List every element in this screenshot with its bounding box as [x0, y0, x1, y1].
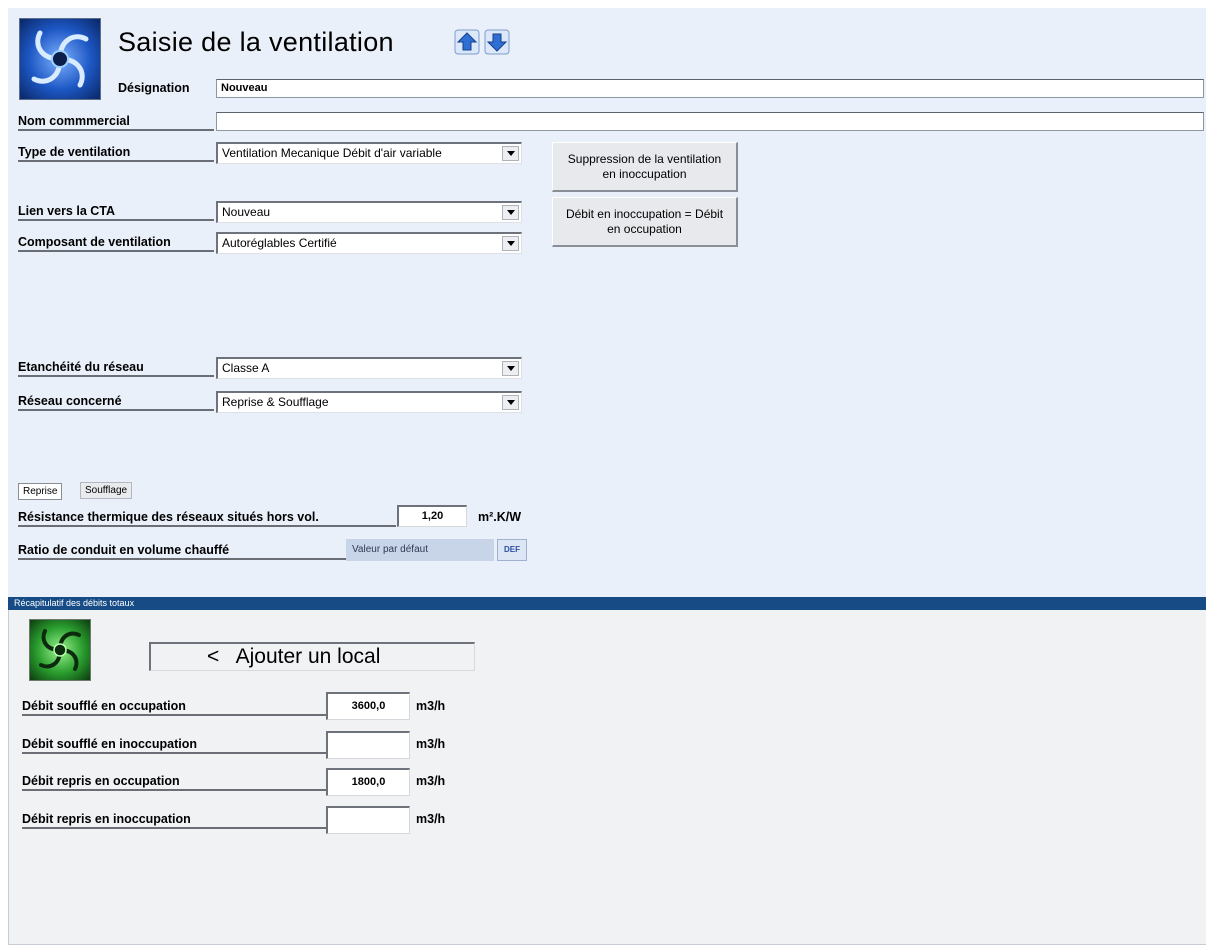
- recap-row-unit: m3/h: [416, 699, 446, 713]
- chevron-down-icon[interactable]: [502, 146, 519, 161]
- nom-commercial-field[interactable]: [216, 112, 1204, 131]
- reseau-value: Reprise & Soufflage: [222, 395, 329, 409]
- lien-cta-select[interactable]: Nouveau: [216, 201, 522, 223]
- etancheite-label: Etanchéité du réseau: [18, 358, 214, 377]
- add-local-button[interactable]: < Ajouter un local: [149, 642, 475, 671]
- recap-row-unit: m3/h: [416, 774, 446, 788]
- thermal-unit: m².K/W: [478, 510, 522, 524]
- designation-label: Désignation: [118, 81, 190, 95]
- page-title: Saisie de la ventilation: [118, 27, 394, 57]
- suppression-inoccupation-button[interactable]: Suppression de la ventilation en inoccup…: [552, 142, 738, 192]
- thermal-resistance-label: Résistance thermique des réseaux situés …: [18, 508, 396, 527]
- tab-reprise[interactable]: Reprise: [18, 483, 63, 500]
- etancheite-value: Classe A: [222, 361, 270, 375]
- fan-green-icon: [29, 619, 91, 681]
- tab-soufflage[interactable]: Soufflage: [80, 482, 133, 499]
- thermal-resistance-input[interactable]: 1,20: [397, 505, 467, 527]
- lien-cta-value: Nouveau: [222, 205, 271, 219]
- composant-value: Autoréglables Certifié: [222, 236, 337, 250]
- fan-icon: [19, 18, 101, 100]
- composant-label: Composant de ventilation: [18, 233, 214, 252]
- type-ventilation-label: Type de ventilation: [18, 143, 214, 162]
- lien-cta-label: Lien vers la CTA: [18, 202, 214, 221]
- reseau-label: Réseau concerné: [18, 392, 214, 411]
- type-ventilation-select[interactable]: Ventilation Mecanique Débit d'air variab…: [216, 142, 522, 164]
- chevron-down-icon[interactable]: [502, 395, 519, 410]
- ratio-value: Valeur par défaut: [346, 539, 494, 561]
- recap-row-value: [326, 731, 410, 759]
- recap-row-label: Débit soufflé en occupation: [22, 697, 328, 716]
- debit-equal-button[interactable]: Débit en inoccupation = Débit en occupat…: [552, 197, 738, 247]
- etancheite-select[interactable]: Classe A: [216, 357, 522, 379]
- arrow-up-icon[interactable]: [453, 28, 481, 56]
- nom-commercial-label: Nom commmercial: [18, 112, 214, 131]
- chevron-down-icon[interactable]: [502, 361, 519, 376]
- reseau-select[interactable]: Reprise & Soufflage: [216, 391, 522, 413]
- recap-row-unit: m3/h: [416, 737, 446, 751]
- recap-row-label: Débit repris en occupation: [22, 772, 328, 791]
- type-ventilation-value: Ventilation Mecanique Débit d'air variab…: [222, 146, 442, 160]
- recap-row-value: 1800,0: [326, 768, 410, 796]
- def-button[interactable]: DEF: [497, 539, 527, 561]
- recap-row-unit: m3/h: [416, 812, 446, 826]
- composant-select[interactable]: Autoréglables Certifié: [216, 232, 522, 254]
- chevron-down-icon[interactable]: [502, 236, 519, 251]
- designation-field[interactable]: Nouveau: [216, 79, 1204, 98]
- recap-row-value: [326, 806, 410, 834]
- arrow-down-icon[interactable]: [483, 28, 511, 56]
- recap-row-value: 3600,0: [326, 692, 410, 720]
- recap-row-label: Débit soufflé en inoccupation: [22, 735, 328, 754]
- recap-row-label: Débit repris en inoccupation: [22, 810, 328, 829]
- recap-title-bar: Récapitulatif des débits totaux: [8, 597, 1206, 610]
- chevron-down-icon[interactable]: [502, 205, 519, 220]
